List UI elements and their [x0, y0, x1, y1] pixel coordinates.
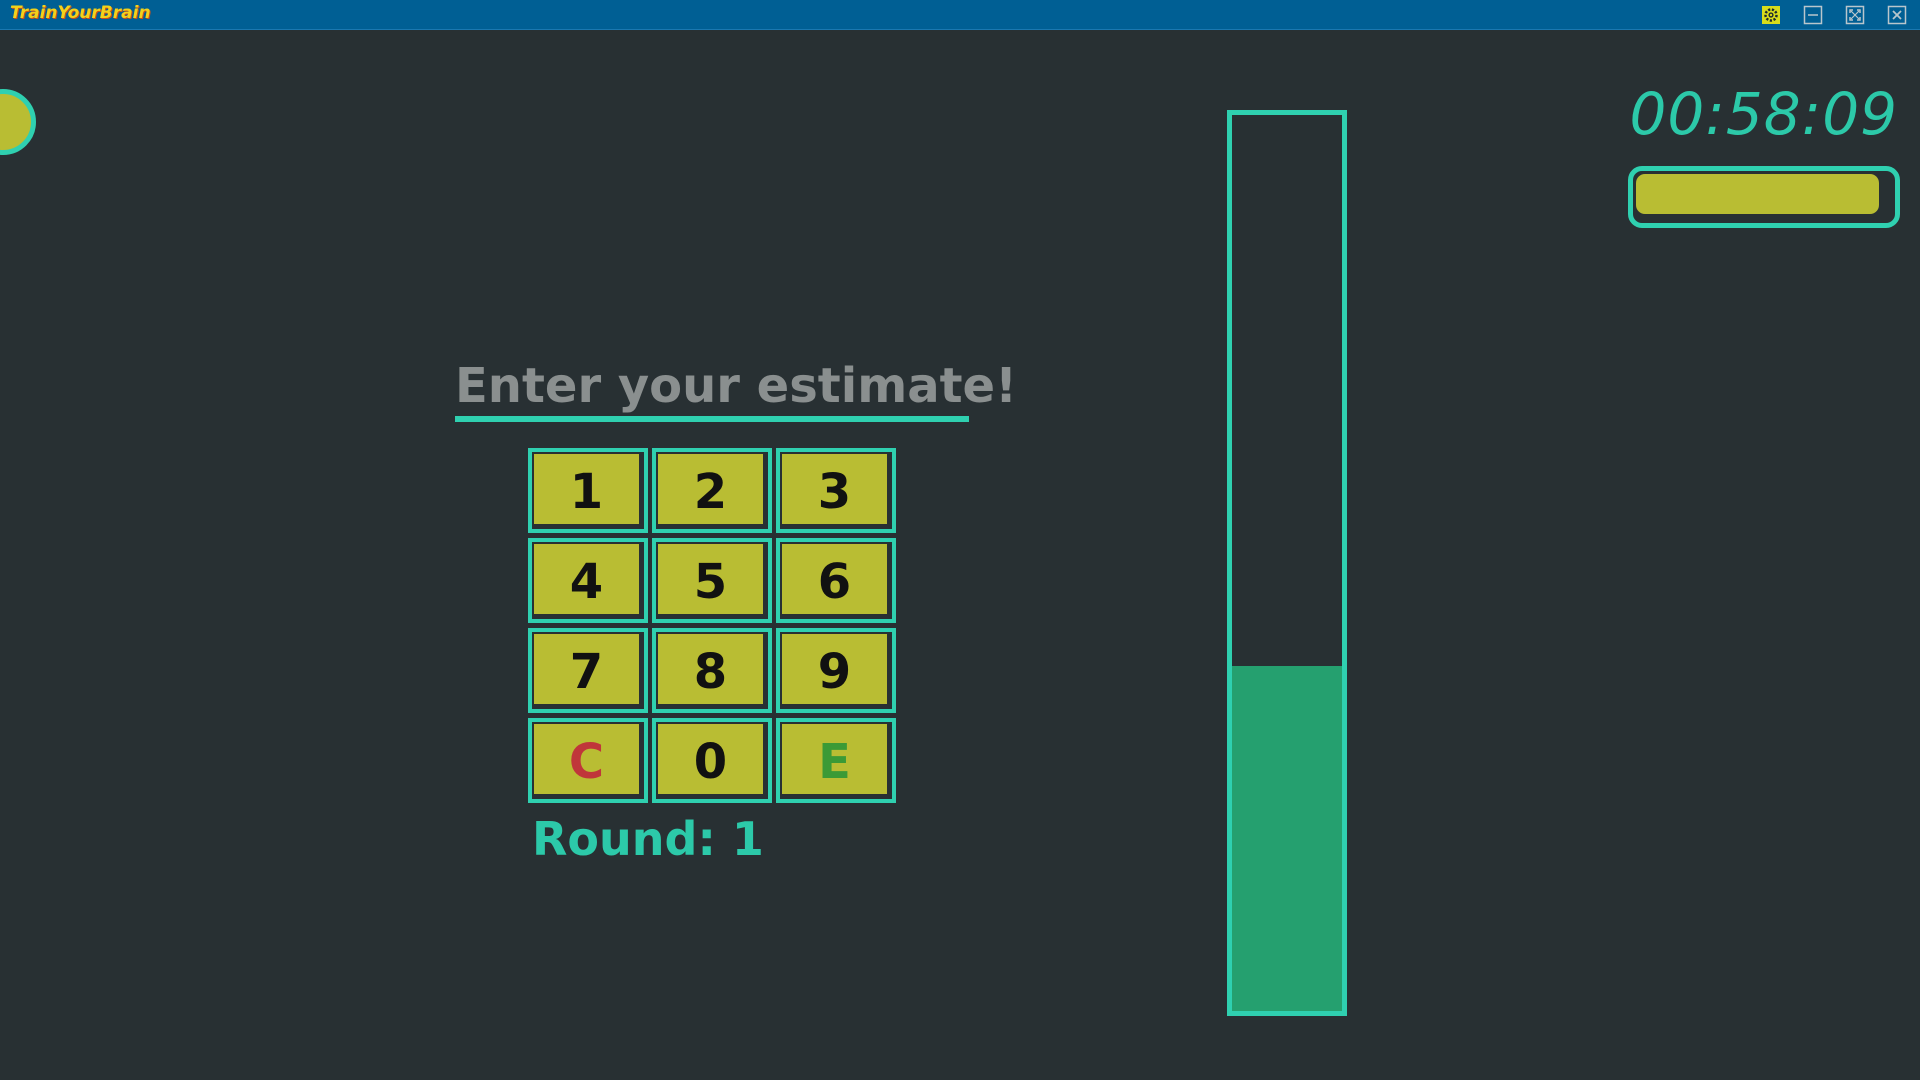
progress-meter: [1227, 110, 1347, 1016]
key-label: 6: [782, 544, 887, 614]
key-0-button[interactable]: 0: [652, 718, 772, 803]
key-label: 5: [658, 544, 763, 614]
key-label: 7: [534, 634, 639, 704]
key-6-button[interactable]: 6: [776, 538, 896, 623]
key-3-button[interactable]: 3: [776, 448, 896, 533]
maximize-icon: [1845, 5, 1865, 25]
time-remaining-bar: [1628, 166, 1900, 228]
key-label: 4: [534, 544, 639, 614]
key-label: 3: [782, 454, 887, 524]
clear-key-label: C: [534, 724, 639, 794]
key-label: 1: [534, 454, 639, 524]
key-label: 0: [658, 724, 763, 794]
estimate-prompt: Enter your estimate!: [455, 358, 1017, 414]
enter-key-label: E: [782, 724, 887, 794]
key-9-button[interactable]: 9: [776, 628, 896, 713]
title-bar[interactable]: TrainYourBrain: [0, 0, 1920, 30]
key-label: 8: [658, 634, 763, 704]
settings-button[interactable]: [1760, 4, 1782, 26]
key-2-button[interactable]: 2: [652, 448, 772, 533]
time-remaining-fill: [1636, 174, 1879, 214]
countdown-timer: 00:58:09: [1629, 80, 1898, 148]
key-1-button[interactable]: 1: [528, 448, 648, 533]
progress-meter-fill: [1232, 666, 1342, 1011]
settings-icon: [1762, 6, 1780, 24]
clear-button[interactable]: C: [528, 718, 648, 803]
key-label: 9: [782, 634, 887, 704]
key-7-button[interactable]: 7: [528, 628, 648, 713]
key-5-button[interactable]: 5: [652, 538, 772, 623]
player-avatar-circle: [0, 89, 36, 155]
minimize-button[interactable]: [1802, 4, 1824, 26]
number-keypad: 1 2 3 4 5 6 7 8 9 C 0 E: [528, 448, 896, 803]
key-label: 2: [658, 454, 763, 524]
minimize-icon: [1803, 5, 1823, 25]
key-4-button[interactable]: 4: [528, 538, 648, 623]
enter-button[interactable]: E: [776, 718, 896, 803]
app-title: TrainYourBrain: [10, 3, 151, 23]
close-button[interactable]: [1886, 4, 1908, 26]
estimate-input-underline: [455, 416, 969, 422]
round-counter: Round: 1: [532, 812, 764, 866]
close-icon: [1887, 5, 1907, 25]
key-8-button[interactable]: 8: [652, 628, 772, 713]
maximize-button[interactable]: [1844, 4, 1866, 26]
